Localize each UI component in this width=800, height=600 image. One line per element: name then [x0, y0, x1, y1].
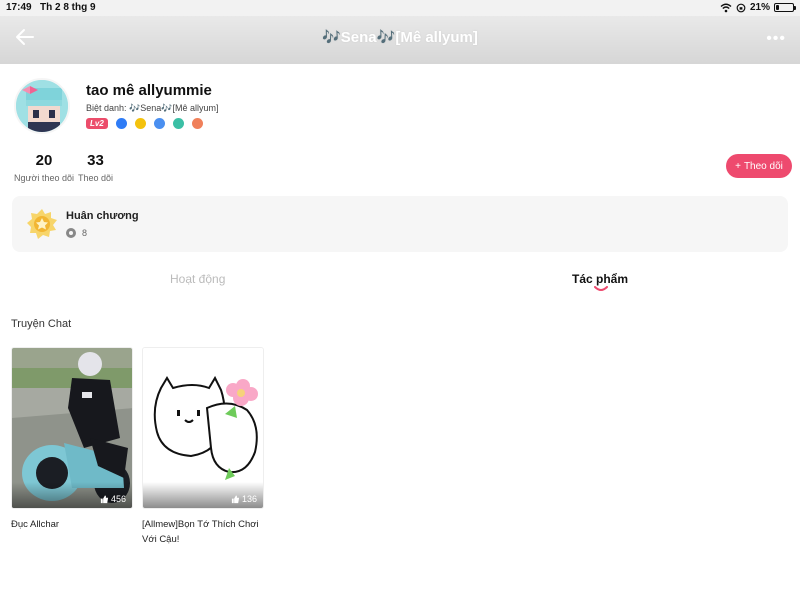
- badge-icon: [191, 118, 203, 129]
- likes-count: 456: [100, 494, 126, 504]
- badge-icon: [134, 118, 146, 129]
- follow-button[interactable]: + Theo dõi: [726, 154, 792, 178]
- medal-count-icon: [66, 228, 76, 238]
- status-time: 17:49: [6, 2, 32, 13]
- profile-card: tao mê allyummie Biệt danh: 🎶Sena🎶[Mê al…: [0, 64, 800, 600]
- like-icon: [100, 494, 109, 503]
- like-icon: [231, 494, 240, 503]
- avatar[interactable]: [14, 78, 70, 134]
- badge-icon: [172, 118, 184, 129]
- badge-icon: [115, 118, 127, 129]
- story-thumbnail[interactable]: 136: [142, 347, 264, 509]
- following-count: 33: [87, 152, 104, 169]
- plus-icon: +: [735, 160, 741, 172]
- followers-count: 20: [35, 152, 53, 169]
- medals-panel[interactable]: Huân chương 8: [12, 196, 788, 252]
- story-title[interactable]: [Allmew]Bọn Tớ Thích Chơi Với Cậu!: [142, 517, 264, 547]
- medal-icon: [27, 209, 57, 239]
- story-thumbnail[interactable]: 456: [11, 347, 133, 509]
- profile-tabs: Hoạt động Tác phẩm: [0, 264, 800, 300]
- more-options-icon[interactable]: •••: [766, 30, 786, 48]
- tab-activity[interactable]: Hoạt động: [170, 272, 225, 286]
- story-card[interactable]: 456 Đục Allchar: [11, 347, 133, 532]
- status-right: 21%: [720, 2, 796, 13]
- story-card[interactable]: 136 [Allmew]Bọn Tớ Thích Chơi Với Cậu!: [142, 347, 264, 547]
- avatar-image: [16, 80, 68, 132]
- followers-label: Người theo dõi: [14, 173, 74, 183]
- stats-row: 20 Người theo dõi 33 Theo dõi: [14, 152, 113, 183]
- followers-stat[interactable]: 20 Người theo dõi: [14, 152, 74, 183]
- medals-count-value: 8: [82, 228, 88, 238]
- status-date: Th 2 8 thg 9: [40, 2, 96, 13]
- top-bar: 🎶Sena🎶[Mê allyum] •••: [0, 16, 800, 64]
- section-title: Truyện Chat: [11, 318, 72, 330]
- medals-count: 8: [66, 228, 87, 238]
- likes-count-value: 456: [110, 494, 126, 504]
- battery-icon: [774, 3, 796, 12]
- likes-count-value: 136: [241, 494, 257, 504]
- following-label: Theo dõi: [77, 173, 113, 183]
- following-stat[interactable]: 33 Theo dõi: [78, 152, 113, 183]
- active-tab-indicator: [594, 286, 608, 291]
- wifi-icon: [720, 3, 732, 12]
- page-title: 🎶Sena🎶[Mê allyum]: [322, 29, 478, 46]
- follow-button-label: Theo dõi: [743, 160, 783, 172]
- profile-name: tao mê allyummie: [86, 82, 212, 99]
- battery-fill: [776, 5, 779, 10]
- likes-count: 136: [231, 494, 257, 504]
- story-title[interactable]: Đục Allchar: [11, 517, 133, 532]
- level-badge: Lv2: [86, 118, 108, 129]
- status-bar: 17:49 Th 2 8 thg 9 21%: [0, 0, 800, 16]
- orientation-lock-icon: [736, 3, 746, 12]
- medals-title: Huân chương: [66, 210, 139, 222]
- tab-works[interactable]: Tác phẩm: [572, 272, 628, 286]
- battery-percent: 21%: [749, 2, 770, 13]
- badge-icon: [153, 118, 165, 129]
- nickname: Biệt danh: 🎶Sena🎶[Mê allyum]: [86, 103, 219, 113]
- badge-row: Lv2: [86, 118, 203, 129]
